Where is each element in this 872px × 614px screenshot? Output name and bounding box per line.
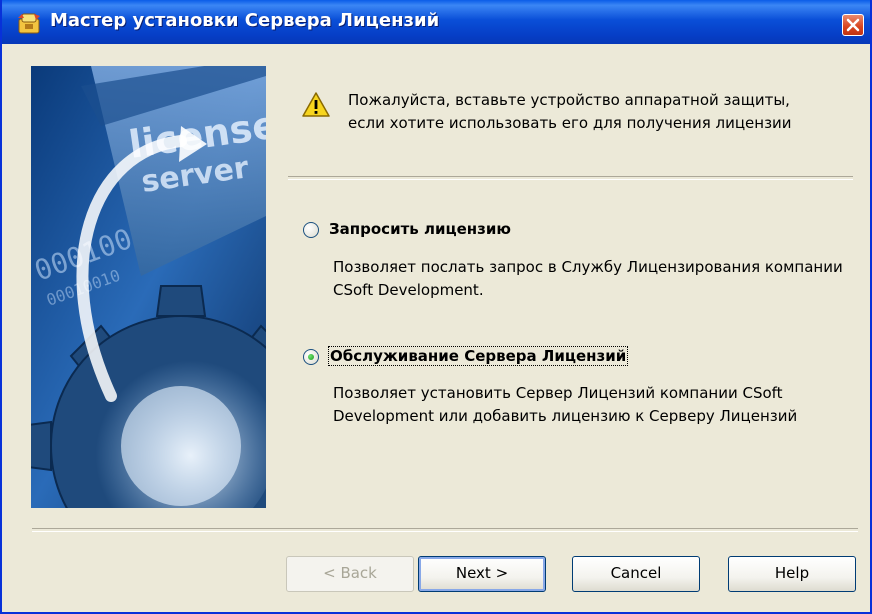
setup-wizard-window: Мастер установки Сервера Лицензий licens…	[0, 0, 872, 614]
help-button[interactable]: Help	[728, 556, 856, 592]
window-title: Мастер установки Сервера Лицензий	[50, 10, 440, 31]
separator	[288, 176, 853, 180]
next-button[interactable]: Next >	[418, 556, 546, 592]
close-icon	[846, 18, 860, 32]
back-button[interactable]: < Back	[286, 556, 414, 592]
request-license-description: Позволяет послать запрос в Службу Лиценз…	[333, 258, 843, 299]
close-button[interactable]	[842, 14, 864, 36]
service-license-server-label[interactable]: Обслуживание Сервера Лицензий	[328, 346, 629, 366]
hardware-key-notice: Пожалуйста, вставьте устройство аппаратн…	[348, 91, 792, 132]
separator	[32, 528, 858, 532]
cancel-button[interactable]: Cancel	[572, 556, 700, 592]
request-license-label[interactable]: Запросить лицензию	[329, 220, 511, 238]
title-bar[interactable]: Мастер установки Сервера Лицензий	[2, 0, 870, 44]
warning-icon	[302, 92, 330, 117]
service-license-server-radio[interactable]	[303, 349, 319, 365]
request-license-radio[interactable]	[303, 222, 319, 238]
installer-icon	[18, 13, 40, 34]
license-server-banner: license server 000100 00010010	[31, 66, 266, 508]
service-license-server-description: Позволяет установить Сервер Лицензий ком…	[333, 384, 798, 425]
